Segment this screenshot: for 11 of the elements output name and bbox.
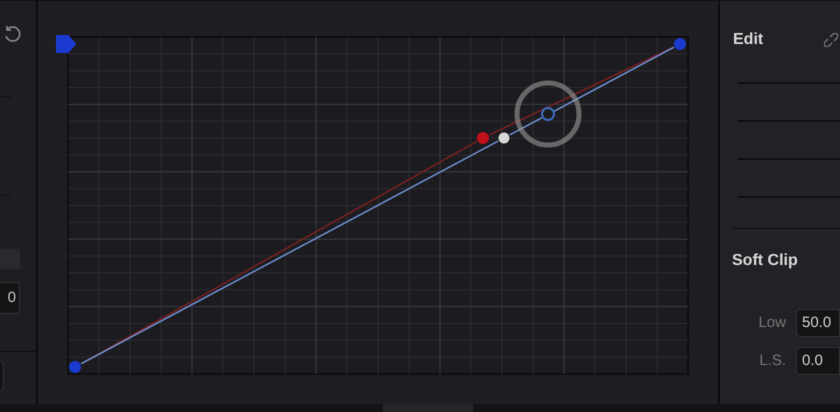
panel-title: Edit xyxy=(733,30,764,50)
number-field[interactable]: 0.0 xyxy=(796,347,840,375)
control-point[interactable] xyxy=(498,132,510,144)
field-label: Low xyxy=(757,312,787,333)
reset-icon[interactable] xyxy=(3,25,21,43)
link-icon[interactable] xyxy=(824,33,838,47)
cursor-ring xyxy=(514,80,582,148)
section-title: Soft Clip xyxy=(732,251,799,271)
number-field[interactable]: 0 xyxy=(0,282,20,314)
field-label: L.S. xyxy=(758,350,787,371)
number-field[interactable]: 50.0 xyxy=(796,309,840,337)
